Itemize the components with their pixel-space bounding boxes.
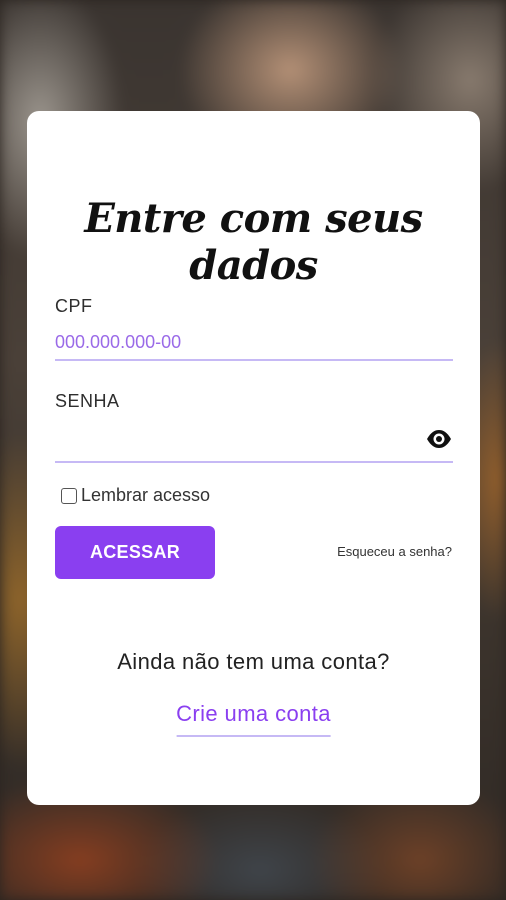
- create-account-link[interactable]: Crie uma conta: [176, 701, 331, 737]
- eye-icon[interactable]: [425, 427, 453, 451]
- remember-access[interactable]: Lembrar acesso: [61, 485, 210, 506]
- senha-input[interactable]: [55, 427, 453, 463]
- no-account-text: Ainda não tem uma conta?: [117, 649, 390, 674]
- acessar-button[interactable]: ACESSAR: [55, 526, 215, 579]
- senha-label: SENHA: [55, 391, 120, 411]
- forgot-password-link[interactable]: Esqueceu a senha?: [337, 544, 452, 559]
- remember-checkbox[interactable]: [61, 487, 77, 504]
- remember-label: Lembrar acesso: [81, 485, 211, 505]
- page-title: Entre com seus dados: [84, 195, 423, 289]
- cpf-label: CPF: [55, 296, 93, 316]
- cpf-input[interactable]: [55, 325, 453, 361]
- login-card: Entre com seus dados CPF SENHA Lembrar a…: [27, 111, 480, 805]
